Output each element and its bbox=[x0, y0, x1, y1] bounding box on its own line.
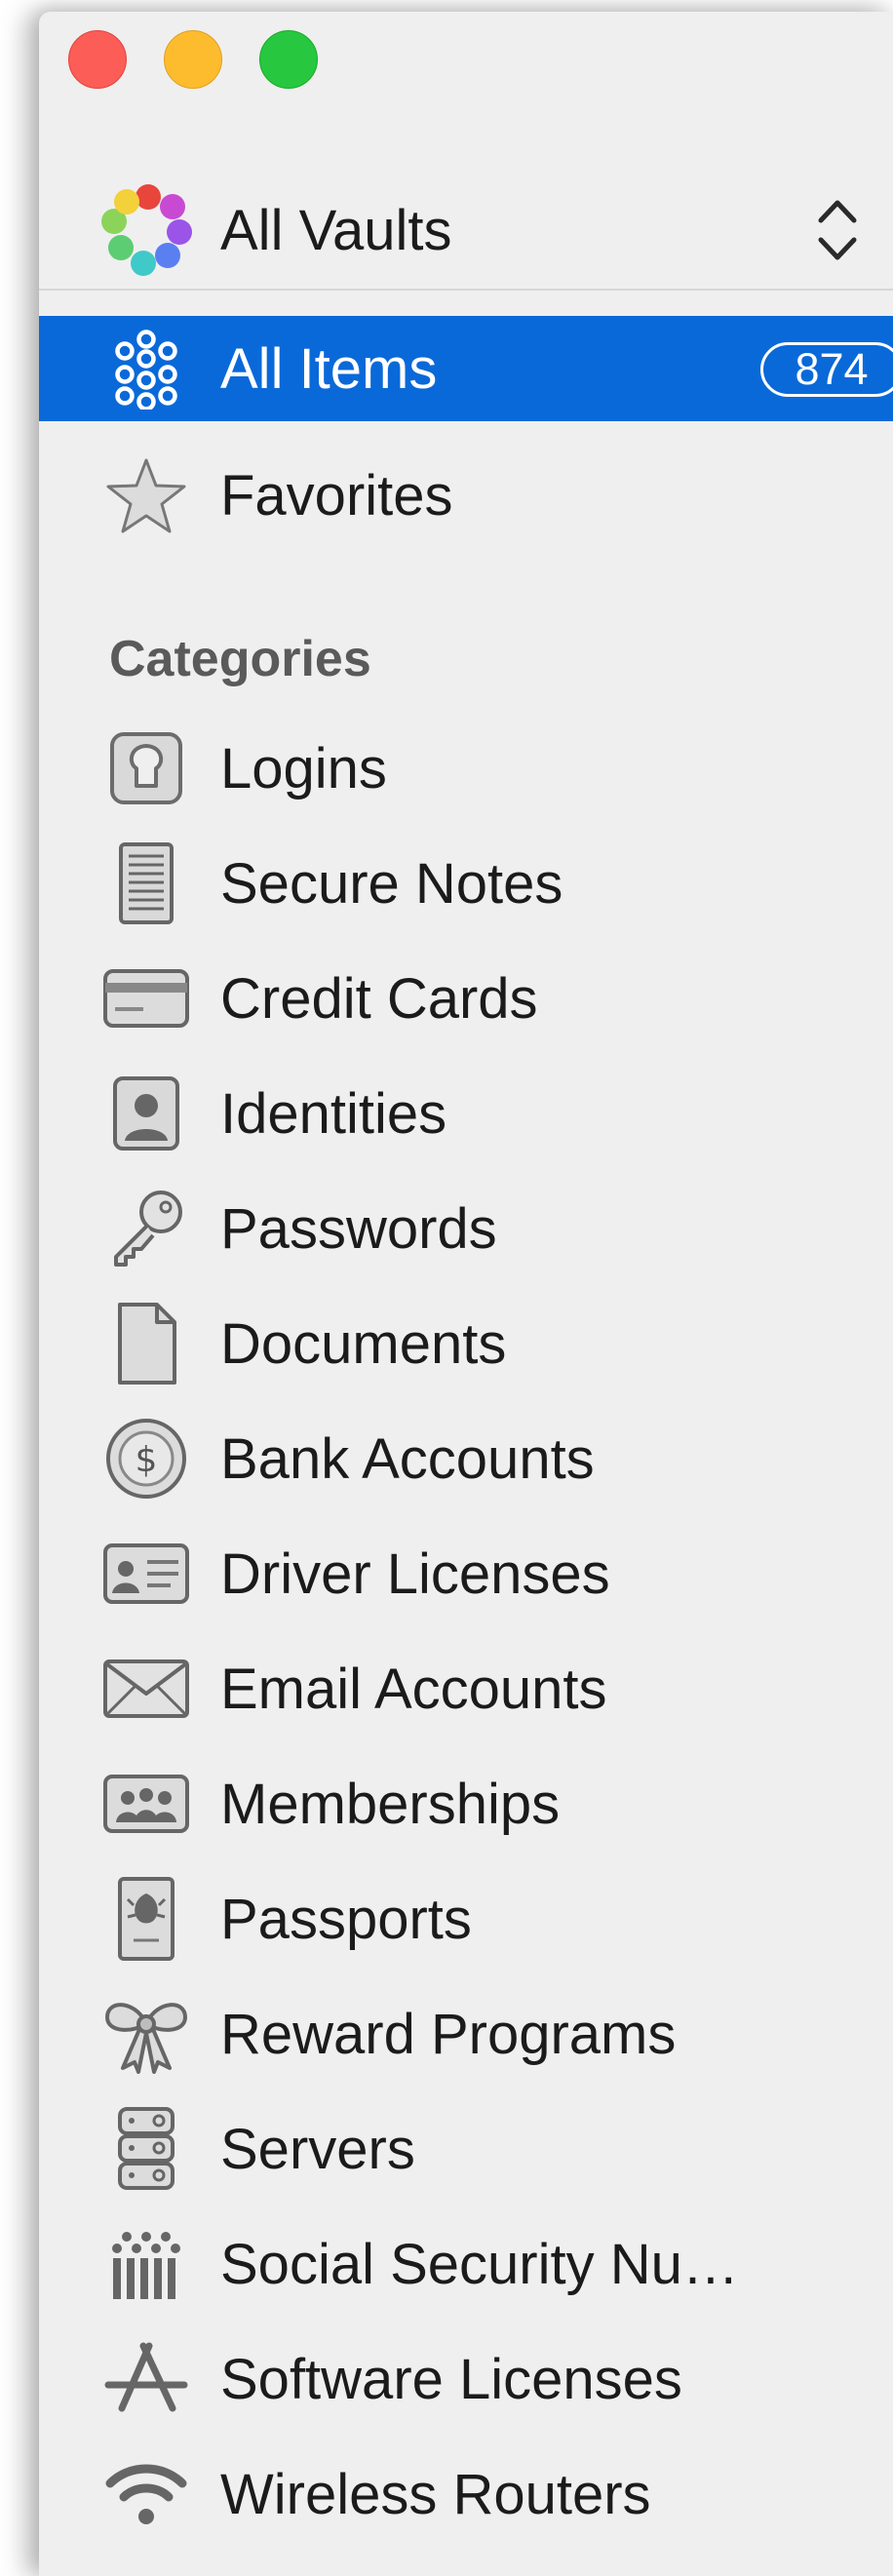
wifi-icon bbox=[99, 2455, 193, 2533]
sidebar-item-label: Memberships bbox=[220, 1773, 561, 1836]
sidebar-item-label: Software Licenses bbox=[220, 2348, 682, 2411]
sidebar-item-label: Servers bbox=[220, 2118, 415, 2181]
app-store-icon bbox=[99, 2340, 193, 2418]
vault-selector[interactable]: All Vaults bbox=[39, 144, 893, 276]
key-icon bbox=[99, 1190, 193, 1268]
close-window-button[interactable] bbox=[68, 30, 127, 89]
sidebar-item-label: Favorites bbox=[220, 464, 453, 527]
identity-icon bbox=[99, 1074, 193, 1152]
sidebar-item-favorites[interactable]: Favorites bbox=[39, 443, 893, 548]
sidebar-item-label: Reward Programs bbox=[220, 2003, 677, 2066]
vault-name: All Vaults bbox=[220, 199, 452, 262]
passport-icon bbox=[99, 1877, 193, 1961]
sidebar-item-identities[interactable]: Identities bbox=[39, 1061, 893, 1166]
categories-section-header: Categories bbox=[109, 631, 371, 687]
vault-rainbow-icon bbox=[101, 184, 192, 276]
sidebar-item-logins[interactable]: Logins bbox=[39, 716, 893, 821]
sidebar-item-passwords[interactable]: Passwords bbox=[39, 1176, 893, 1281]
secure-note-icon bbox=[99, 842, 193, 924]
sidebar-item-label: Bank Accounts bbox=[220, 1427, 595, 1491]
sidebar-item-label: All Items bbox=[220, 337, 438, 401]
sidebar-item-credit-cards[interactable]: Credit Cards bbox=[39, 946, 893, 1051]
sidebar-window: All Vaults All Items 874 Favorites Categ… bbox=[39, 12, 893, 2576]
sidebar-item-memberships[interactable]: Memberships bbox=[39, 1751, 893, 1856]
sidebar-item-label: Credit Cards bbox=[220, 967, 538, 1031]
sidebar-item-passports[interactable]: Passports bbox=[39, 1866, 893, 1971]
sidebar-item-label: Passports bbox=[220, 1888, 472, 1951]
sidebar-item-reward-programs[interactable]: Reward Programs bbox=[39, 1981, 893, 2087]
sidebar-item-all-items[interactable]: All Items 874 bbox=[39, 316, 893, 421]
chevron-up-down-icon[interactable] bbox=[815, 195, 860, 265]
envelope-icon bbox=[99, 1650, 193, 1728]
sidebar-item-social-security-numbers[interactable]: Social Security Nu… bbox=[39, 2211, 893, 2317]
sidebar-item-label: Logins bbox=[220, 737, 387, 800]
login-icon bbox=[99, 729, 193, 807]
item-count-badge: 874 bbox=[760, 342, 893, 397]
all-items-icon bbox=[99, 330, 193, 410]
svg-text:$: $ bbox=[136, 1440, 158, 1480]
sidebar-item-software-licenses[interactable]: Software Licenses bbox=[39, 2326, 893, 2432]
social-security-icon bbox=[99, 2225, 193, 2303]
sidebar-item-label: Email Accounts bbox=[220, 1658, 607, 1721]
credit-card-icon bbox=[99, 959, 193, 1037]
sidebar-item-label: Passwords bbox=[220, 1197, 497, 1261]
sidebar-item-email-accounts[interactable]: Email Accounts bbox=[39, 1636, 893, 1741]
sidebar-item-servers[interactable]: Servers bbox=[39, 2096, 893, 2202]
bow-icon bbox=[99, 1995, 193, 2074]
driver-license-icon bbox=[99, 1535, 193, 1613]
sidebar-item-bank-accounts[interactable]: $ Bank Accounts bbox=[39, 1406, 893, 1511]
zoom-window-button[interactable] bbox=[259, 30, 318, 89]
sidebar-item-driver-licenses[interactable]: Driver Licenses bbox=[39, 1521, 893, 1626]
bank-coin-icon: $ bbox=[99, 1419, 193, 1499]
minimize-window-button[interactable] bbox=[164, 30, 222, 89]
sidebar-item-secure-notes[interactable]: Secure Notes bbox=[39, 831, 893, 936]
membership-icon bbox=[99, 1765, 193, 1843]
sidebar-item-label: Identities bbox=[220, 1082, 447, 1146]
sidebar-item-label: Driver Licenses bbox=[220, 1542, 610, 1606]
sidebar-item-label: Social Security Nu… bbox=[220, 2233, 739, 2296]
sidebar-item-label: Wireless Routers bbox=[220, 2463, 651, 2526]
server-icon bbox=[99, 2107, 193, 2190]
document-icon bbox=[99, 1303, 193, 1385]
sidebar-item-label: Documents bbox=[220, 1312, 507, 1376]
star-icon bbox=[99, 456, 193, 534]
sidebar-item-wireless-routers[interactable]: Wireless Routers bbox=[39, 2441, 893, 2547]
divider bbox=[39, 289, 893, 291]
sidebar-item-label: Secure Notes bbox=[220, 852, 563, 916]
sidebar-item-documents[interactable]: Documents bbox=[39, 1291, 893, 1396]
